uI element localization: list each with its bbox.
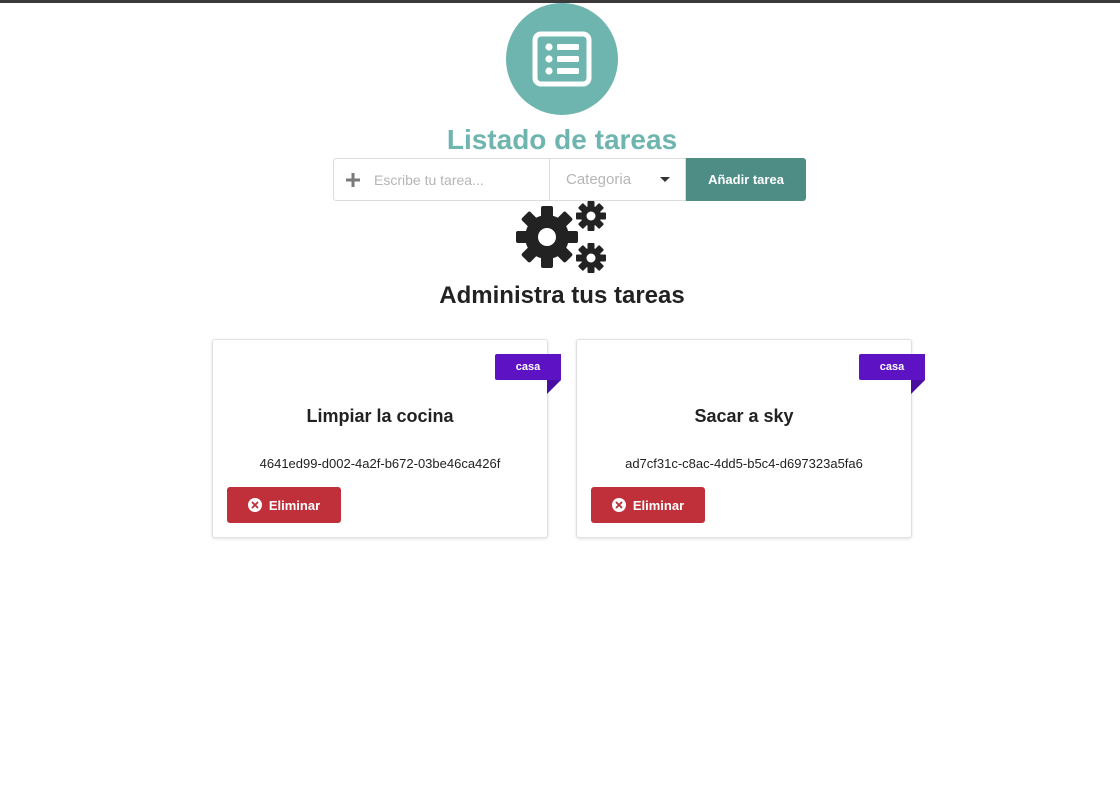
delete-button-label: Eliminar bbox=[632, 497, 685, 513]
category-select-value: Categoria bbox=[566, 171, 632, 188]
gears-icon bbox=[514, 200, 610, 274]
task-title: Limpiar la cocina bbox=[306, 406, 454, 426]
close-circle-icon bbox=[611, 498, 626, 512]
plus-icon bbox=[334, 159, 372, 200]
category-badge: casa bbox=[859, 354, 925, 394]
task-input-group bbox=[333, 158, 550, 201]
task-id: ad7cf31c-c8ac-4dd5-b5c4-d697323a5fa6 bbox=[625, 456, 863, 471]
category-badge: casa bbox=[495, 354, 561, 394]
task-title: Sacar a sky bbox=[694, 406, 794, 426]
page-title: Listado de tareas bbox=[446, 124, 678, 155]
delete-task-button[interactable]: Eliminar bbox=[591, 487, 705, 523]
list-icon bbox=[506, 3, 618, 115]
task-card: casa Sacar a sky ad7cf31c-c8ac-4dd5-b5c4… bbox=[576, 339, 925, 538]
delete-task-button[interactable]: Eliminar bbox=[227, 487, 341, 523]
category-select[interactable]: Categoria bbox=[550, 158, 686, 201]
task-card: casa Limpiar la cocina 4641ed99-d002-4a2… bbox=[212, 339, 561, 538]
add-task-button[interactable]: Añadir tarea bbox=[686, 158, 806, 201]
section-title: Administra tus tareas bbox=[439, 282, 685, 309]
task-form: Categoria Añadir tarea bbox=[333, 158, 806, 201]
delete-button-label: Eliminar bbox=[268, 497, 321, 513]
close-circle-icon bbox=[247, 498, 262, 512]
chevron-down-icon bbox=[660, 177, 670, 182]
task-input[interactable] bbox=[372, 170, 546, 189]
task-id: 4641ed99-d002-4a2f-b672-03be46ca426f bbox=[259, 456, 501, 471]
